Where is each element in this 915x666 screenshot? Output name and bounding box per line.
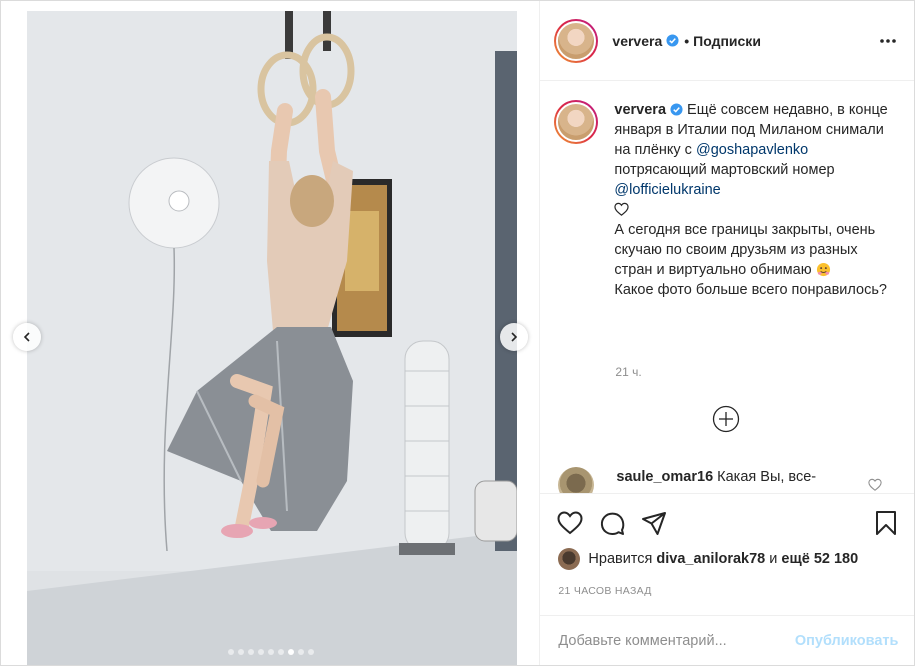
carousel-dot	[248, 649, 254, 655]
carousel-next-button[interactable]	[500, 323, 528, 351]
caption-avatar[interactable]	[554, 100, 599, 144]
chevron-left-icon	[23, 332, 30, 342]
comment-like-icon[interactable]	[868, 478, 883, 492]
carousel-dot	[258, 649, 264, 655]
add-comment-bar: Опубликовать	[540, 615, 915, 665]
caption-timestamp: 21 ч.	[615, 365, 642, 379]
caption-text: ververa Ещё совсем недавно, в конце янва…	[614, 100, 890, 300]
post-caption: ververa Ещё совсем недавно, в конце янва…	[554, 100, 904, 300]
mention-link[interactable]: @goshapavlenko	[696, 142, 808, 158]
verified-icon	[666, 34, 679, 47]
likes-middle: и	[765, 551, 782, 567]
caption-line4: Какое фото больше всего понравилось?	[614, 282, 887, 298]
likes-summary: Нравится diva_anilorak78 и ещё 52 180	[558, 548, 858, 570]
carousel-indicator	[1, 649, 539, 655]
post-media	[1, 1, 541, 665]
caption-line2: потрясающий мартовский номер	[614, 162, 835, 178]
caption-username[interactable]: ververa	[614, 102, 666, 118]
like-heart-icon[interactable]	[556, 509, 584, 537]
liker-avatar[interactable]	[558, 548, 581, 570]
post-sidebar: ververa • Подписки ververa Ещё совсем не…	[540, 1, 915, 665]
likes-count-link[interactable]: ещё 52 180	[781, 551, 858, 567]
author-avatar[interactable]	[554, 18, 599, 63]
caption-line3: А сегодня все границы закрыты, очень ску…	[614, 222, 876, 278]
author-username[interactable]: ververa	[612, 33, 662, 49]
post-timestamp: 21 ЧАСОВ НАЗАД	[558, 585, 652, 597]
carousel-dot	[278, 649, 284, 655]
following-button[interactable]: Подписки	[693, 33, 761, 49]
carousel-dot	[228, 649, 234, 655]
load-more-comments-icon[interactable]	[712, 405, 740, 433]
comment-bubble-icon[interactable]	[598, 509, 626, 537]
carousel-prev-button[interactable]	[13, 323, 41, 351]
chevron-right-icon	[511, 332, 518, 342]
mention-link[interactable]: @lofficielukraine	[614, 182, 720, 198]
heart-outline-emoji-icon	[614, 202, 630, 216]
carousel-dot	[308, 649, 314, 655]
carousel-dot	[268, 649, 274, 655]
carousel-dot	[298, 649, 304, 655]
post-photo[interactable]	[27, 11, 517, 665]
publish-button[interactable]: Опубликовать	[795, 633, 899, 649]
comments-list: ververa Ещё совсем недавно, в конце янва…	[540, 82, 915, 494]
commenter-username[interactable]: saule_omar16	[616, 469, 713, 485]
commenter-avatar[interactable]	[558, 467, 595, 493]
share-paper-plane-icon[interactable]	[640, 509, 668, 537]
verified-icon	[670, 103, 683, 116]
header-separator: •	[684, 32, 690, 49]
comment-body: Какая Вы, все-	[713, 469, 817, 485]
carousel-dot	[288, 649, 294, 655]
comment-item: saule_omar16 Какая Вы, все-	[558, 467, 898, 493]
post-dialog: ververa • Подписки ververa Ещё совсем не…	[0, 0, 915, 666]
likes-prefix: Нравится	[588, 551, 657, 567]
post-header: ververa • Подписки	[540, 1, 915, 81]
save-bookmark-icon[interactable]	[872, 509, 900, 537]
more-options-icon[interactable]	[878, 31, 898, 51]
liker-username[interactable]: diva_anilorak78	[656, 551, 765, 567]
post-actions	[540, 501, 914, 545]
comment-input[interactable]	[558, 632, 774, 649]
hugging-face-emoji-icon	[816, 262, 830, 277]
comment-text: saule_omar16 Какая Вы, все-	[616, 467, 817, 493]
carousel-dot	[238, 649, 244, 655]
